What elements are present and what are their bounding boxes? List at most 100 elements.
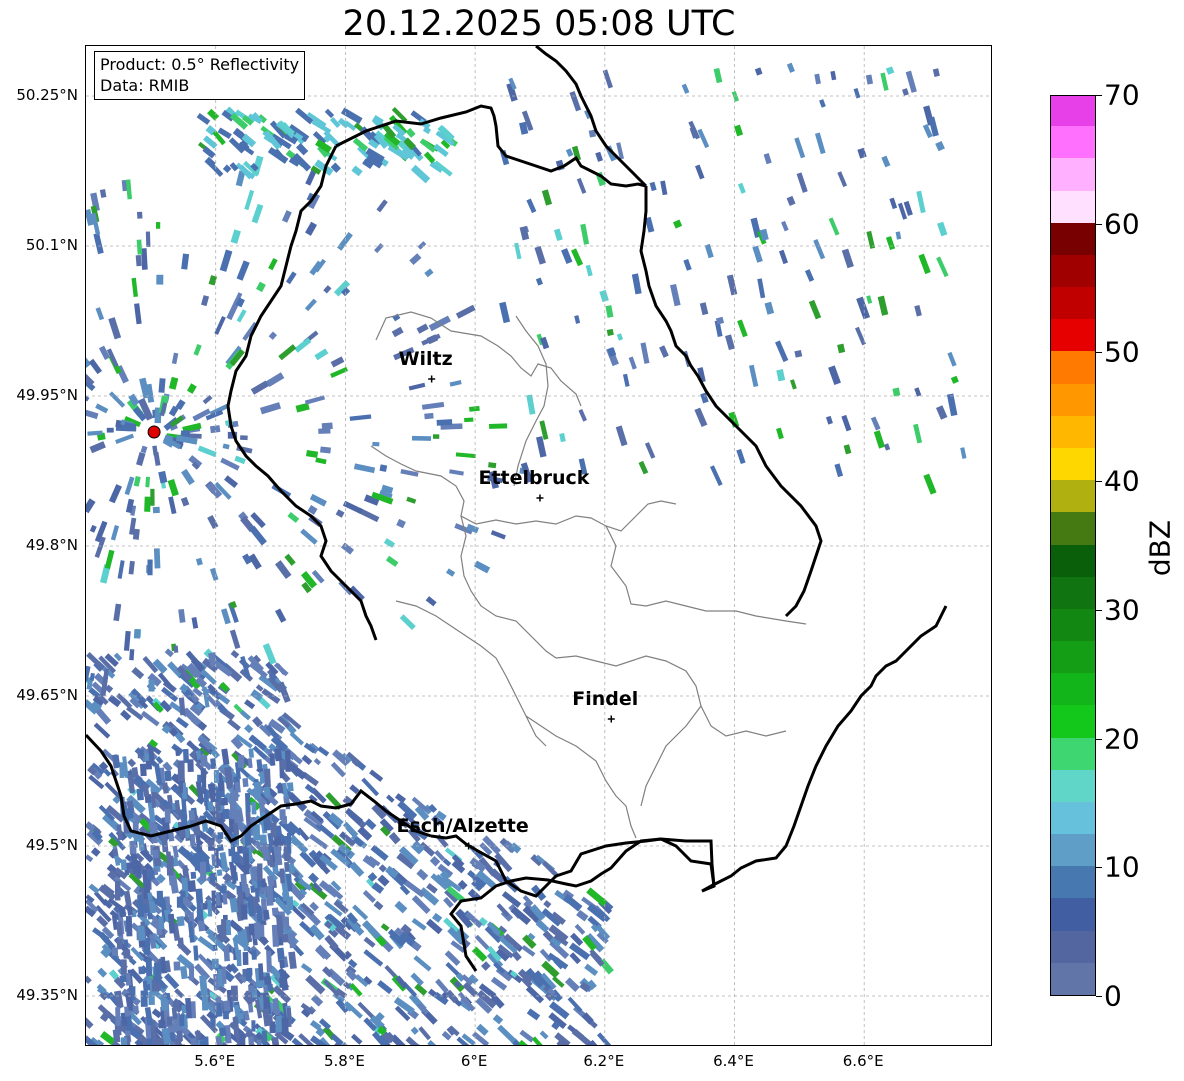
lat-tick-label: 49.35°N (16, 986, 78, 1004)
echo-cell (232, 865, 237, 884)
echo-cell (304, 395, 326, 405)
city-label: Findel (572, 688, 639, 710)
echo-cell (135, 254, 142, 267)
echo-cell (131, 277, 138, 298)
echo-cell (308, 833, 329, 850)
echo-cell (305, 450, 319, 458)
echo-cell (574, 315, 581, 324)
colorbar-segment (1051, 608, 1095, 642)
colorbar-segment (1051, 769, 1095, 802)
echo-cell (796, 172, 808, 193)
echo-cell (323, 285, 332, 294)
echo-cell (628, 356, 637, 370)
echo-cell (344, 807, 364, 825)
echo-cell (694, 407, 708, 428)
echo-cell (455, 452, 476, 459)
canton-border (525, 715, 637, 839)
echo-cell (825, 415, 833, 425)
echo-cell (622, 373, 630, 387)
echo-cell (880, 72, 889, 91)
echo-cell (877, 295, 889, 316)
colorbar-tick-label: 30 (1104, 593, 1140, 627)
echo-cell (99, 189, 107, 198)
echo-cell (947, 351, 957, 367)
echo-cell (763, 153, 772, 165)
echo-cell (426, 918, 443, 935)
echo-cell (324, 108, 335, 119)
echo-cell (221, 919, 227, 935)
echo-cell (160, 998, 169, 1011)
echo-cell (834, 463, 844, 478)
echo-cell (140, 445, 148, 454)
echo-cell (124, 1006, 130, 1017)
echo-cell (616, 333, 624, 341)
echo-cell (199, 861, 207, 882)
echo-cell (248, 923, 255, 936)
echo-cell (605, 305, 614, 318)
echo-cell (808, 299, 822, 320)
echo-cell (289, 731, 305, 746)
echo-cell (337, 232, 353, 251)
echo-cell (119, 762, 125, 778)
lon-tick-label: 6.6°E (842, 1052, 884, 1070)
country-border (226, 145, 378, 641)
echo-cell (873, 430, 885, 449)
echo-cell (230, 229, 241, 244)
echo-cell (127, 758, 137, 768)
echo-cell (281, 1017, 289, 1035)
colorbar-segment (1051, 350, 1095, 384)
echo-cell (239, 1033, 246, 1045)
echo-cell (253, 781, 262, 800)
city-label: Ettelbruck (478, 467, 590, 489)
echo-cell (531, 1036, 546, 1045)
colorbar-segment (1051, 576, 1095, 609)
colorbar-tick-mark (1096, 352, 1102, 354)
echo-cell (117, 560, 125, 579)
echo-cell (201, 295, 210, 307)
echo-cell (546, 1045, 555, 1046)
echo-cell (278, 344, 297, 361)
echo-cell (248, 985, 255, 993)
echo-cell (136, 452, 146, 467)
echo-cell (167, 913, 176, 934)
echo-cell (490, 976, 508, 991)
echo-cell (396, 518, 406, 529)
echo-cell (234, 851, 241, 863)
echo-cell (134, 303, 142, 325)
lon-tick-label: 5.8°E (323, 1052, 365, 1070)
echo-cell (150, 785, 157, 793)
echo-cell (320, 446, 331, 454)
echo-cell (406, 496, 417, 504)
echo-cell (207, 108, 220, 121)
echo-cell (187, 759, 194, 772)
echo-cell (841, 414, 852, 432)
echo-cell (936, 256, 949, 278)
echo-cell (857, 147, 867, 159)
echo-cell (251, 949, 257, 960)
echo-cell (266, 885, 274, 906)
echo-cell (236, 309, 247, 323)
echo-cell (112, 1029, 121, 1043)
echo-cell (804, 269, 815, 282)
echo-cell (883, 443, 891, 451)
echo-cell (93, 722, 111, 739)
echo-cell (173, 961, 181, 971)
echo-cell (411, 435, 432, 441)
radar-map (85, 45, 992, 1046)
echo-cell (543, 900, 552, 909)
echo-cell (279, 959, 285, 969)
echo-cell (725, 334, 735, 351)
echo-cell (695, 164, 705, 180)
echo-cell (602, 69, 613, 89)
echo-cell (413, 955, 432, 972)
map-canvas (86, 46, 991, 1046)
echo-cell (221, 748, 230, 765)
canton-borders (370, 311, 807, 839)
echo-cell (191, 617, 199, 629)
colorbar-tick-mark (1096, 223, 1102, 225)
echo-cell (514, 242, 522, 260)
echo-cell (885, 236, 896, 251)
echo-cell (351, 1033, 363, 1045)
echo-cell (268, 983, 273, 991)
echo-cell (330, 356, 345, 368)
